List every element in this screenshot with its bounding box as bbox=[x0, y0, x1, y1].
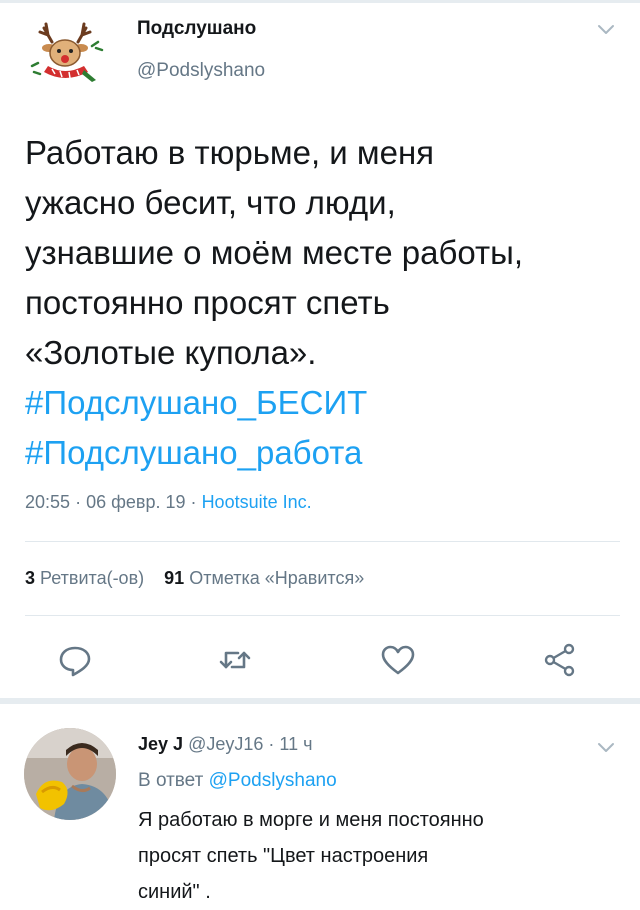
tweet-time: 20:55 bbox=[25, 492, 71, 512]
reply-text-line: просят спеть "Цвет настроения bbox=[138, 845, 429, 867]
tweet-text-line: постоянно просят спеть bbox=[25, 284, 390, 321]
reply-text-line: Я работаю в морге и меня постоянно bbox=[138, 809, 484, 831]
user-photo-icon bbox=[24, 728, 116, 820]
tweet-actions bbox=[0, 640, 640, 684]
reply-author-name[interactable]: Jey J bbox=[138, 734, 183, 754]
tweet-text: Работаю в тюрьме, и меня ужасно бесит, ч… bbox=[25, 128, 625, 478]
meta-separator: · bbox=[190, 492, 197, 512]
tweet-meta: 20:55 · 06 февр. 19 · Hootsuite Inc. bbox=[25, 492, 312, 513]
reply-to: В ответ @Podslyshano bbox=[138, 770, 337, 792]
likes-count: 91 bbox=[164, 568, 185, 588]
deer-logo-icon bbox=[30, 22, 104, 82]
retweets-count: 3 bbox=[25, 568, 36, 588]
heart-icon[interactable] bbox=[378, 640, 418, 680]
tweet-source-link[interactable]: Hootsuite Inc. bbox=[202, 492, 312, 512]
likes-label: Отметка «Нравится» bbox=[189, 568, 365, 588]
reply-header: Jey J @JeyJ16 · 11 ч bbox=[138, 734, 312, 755]
tweet-stats: 3 Ретвита(-ов) 91 Отметка «Нравится» bbox=[25, 568, 364, 589]
tweet-text-line: Работаю в тюрьме, и меня bbox=[25, 134, 435, 171]
retweets-label: Ретвита(-ов) bbox=[40, 568, 145, 588]
reply-time: 11 ч bbox=[279, 734, 313, 754]
tweet-text-line: узнавшие о моём месте работы, bbox=[25, 234, 523, 271]
reply-tweet: Jey J @JeyJ16 · 11 ч В ответ @Podslyshan… bbox=[0, 704, 640, 910]
divider bbox=[25, 541, 620, 542]
main-tweet: Подслушано @Podslyshano Работаю в тюрьме… bbox=[0, 0, 640, 695]
author-handle[interactable]: @Podslyshano bbox=[137, 60, 265, 82]
hashtag-link[interactable]: #Подслушано_БЕСИТ bbox=[25, 378, 625, 428]
hashtag-link[interactable]: #Подслушано_работа bbox=[25, 428, 625, 478]
tweet-text-line: ужасно бесит, что люди, bbox=[25, 184, 396, 221]
reply-to-mention[interactable]: @Podslyshano bbox=[209, 770, 337, 791]
tweet-date: 06 февр. 19 bbox=[86, 492, 186, 512]
reply-to-prefix: В ответ bbox=[138, 770, 204, 791]
reply-icon[interactable] bbox=[55, 640, 95, 680]
share-icon[interactable] bbox=[540, 640, 580, 680]
author-avatar[interactable] bbox=[22, 16, 108, 86]
reply-author-handle[interactable]: @JeyJ16 bbox=[188, 734, 263, 754]
reply-text-line: синий" . bbox=[138, 881, 211, 903]
chevron-down-icon[interactable] bbox=[596, 22, 616, 36]
meta-separator: · bbox=[268, 734, 275, 754]
tweet-text-line: «Золотые купола». bbox=[25, 334, 317, 371]
divider bbox=[25, 615, 620, 616]
chevron-down-icon[interactable] bbox=[596, 740, 616, 754]
retweet-icon[interactable] bbox=[215, 640, 255, 680]
reply-avatar[interactable] bbox=[24, 728, 116, 820]
likes-stat[interactable]: 91 Отметка «Нравится» bbox=[164, 568, 364, 588]
author-name[interactable]: Подслушано bbox=[137, 18, 256, 40]
meta-separator: · bbox=[75, 492, 82, 512]
reply-text: Я работаю в морге и меня постоянно прося… bbox=[138, 802, 618, 910]
retweets-stat[interactable]: 3 Ретвита(-ов) bbox=[25, 568, 144, 588]
